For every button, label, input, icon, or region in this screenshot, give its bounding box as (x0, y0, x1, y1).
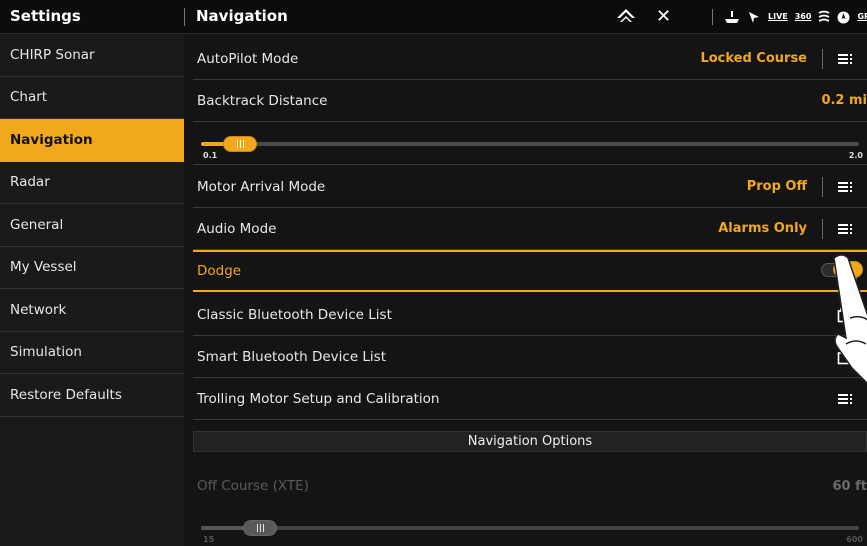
audio-mode-value: Alarms Only (718, 221, 807, 236)
backtrack-distance-row[interactable]: Backtrack Distance 0.2 mi (193, 80, 867, 122)
autopilot-mode-label: AutoPilot Mode (197, 50, 299, 67)
value-divider (822, 49, 823, 69)
gps-indicator: GP (857, 12, 867, 21)
off-course-label: Off Course (XTE) (197, 478, 309, 494)
live-indicator: LIVE (768, 12, 788, 21)
trolling-motor-label: Trolling Motor Setup and Calibration (197, 390, 440, 407)
slider-track (201, 526, 859, 530)
off-course-row: Off Course (XTE) 60 ft (193, 465, 867, 507)
slider-thumb[interactable] (223, 136, 257, 152)
slider-min-label: 15 (203, 535, 215, 544)
motor-arrival-mode-label: Motor Arrival Mode (197, 178, 326, 195)
toggle-state-label: ON (846, 277, 857, 284)
boat-icon (725, 11, 739, 23)
top-bar: Settings Navigation ✕ LIVE 360 GP (0, 0, 867, 34)
sidebar-item-navigation[interactable]: Navigation (0, 119, 194, 162)
title-divider (184, 8, 185, 26)
sidebar-item-restore-defaults[interactable]: Restore Defaults (0, 374, 184, 417)
status-divider (712, 9, 713, 25)
toggle-knob (833, 261, 863, 278)
dodge-toggle[interactable]: ON (821, 261, 865, 285)
audio-mode-row[interactable]: Audio Mode Alarms Only (193, 208, 867, 250)
autopilot-mode-value: Locked Course (700, 51, 807, 66)
slider-track (201, 142, 859, 146)
smart-bluetooth-row[interactable]: Smart Bluetooth Device List (193, 336, 867, 378)
motor-arrival-mode-value: Prop Off (746, 179, 807, 194)
sidebar: CHIRP Sonar Chart Navigation Radar Gener… (0, 34, 194, 546)
home-icon[interactable] (616, 8, 636, 26)
off-course-slider: 15 600 (193, 507, 867, 546)
sidebar-item-my-vessel[interactable]: My Vessel (0, 247, 184, 289)
backtrack-distance-slider[interactable]: 0.1 2.0 (193, 123, 867, 165)
dodge-label: Dodge (197, 263, 242, 279)
slider-min-label: 0.1 (203, 151, 218, 160)
classic-bluetooth-row[interactable]: Classic Bluetooth Device List (193, 294, 867, 336)
sidebar-item-chirp-sonar[interactable]: CHIRP Sonar (0, 34, 184, 77)
slider-max-label: 600 (846, 535, 863, 544)
status-icons: LIVE 360 GP (724, 7, 867, 27)
page-title: Navigation (196, 7, 288, 25)
360-indicator: 360 (794, 12, 812, 21)
window-icon[interactable] (837, 307, 853, 323)
sidebar-item-chart[interactable]: Chart (0, 77, 184, 119)
audio-mode-label: Audio Mode (197, 220, 277, 237)
backtrack-distance-label: Backtrack Distance (197, 92, 328, 109)
settings-title: Settings (10, 7, 81, 25)
sidebar-item-simulation[interactable]: Simulation (0, 332, 184, 374)
menu-icon[interactable] (837, 51, 853, 67)
navigation-settings-panel: AutoPilot Mode Locked Course Backtrack D… (184, 34, 867, 546)
backtrack-distance-value: 0.2 mi (821, 93, 867, 108)
sidebar-item-radar[interactable]: Radar (0, 162, 184, 204)
window-icon[interactable] (837, 349, 853, 365)
value-divider (822, 177, 823, 197)
menu-icon[interactable] (837, 179, 853, 195)
classic-bluetooth-label: Classic Bluetooth Device List (197, 306, 392, 323)
compass-icon (837, 11, 850, 23)
navigation-options-header: Navigation Options (193, 431, 867, 452)
sonar-icon (818, 10, 830, 22)
smart-bluetooth-label: Smart Bluetooth Device List (197, 348, 387, 365)
menu-icon[interactable] (837, 391, 853, 407)
slider-thumb (243, 520, 277, 536)
autopilot-mode-row[interactable]: AutoPilot Mode Locked Course (193, 38, 867, 80)
dodge-row[interactable]: Dodge ON (193, 250, 867, 292)
value-divider (822, 219, 823, 239)
gps-arrow-icon (749, 12, 759, 23)
slider-max-label: 2.0 (848, 151, 863, 160)
motor-arrival-mode-row[interactable]: Motor Arrival Mode Prop Off (193, 166, 867, 208)
sidebar-item-general[interactable]: General (0, 204, 184, 247)
off-course-value: 60 ft (832, 478, 867, 494)
sidebar-item-network[interactable]: Network (0, 289, 184, 332)
x-icon[interactable]: ✕ (656, 6, 671, 27)
trolling-motor-row[interactable]: Trolling Motor Setup and Calibration (193, 378, 867, 420)
menu-icon[interactable] (837, 221, 853, 237)
